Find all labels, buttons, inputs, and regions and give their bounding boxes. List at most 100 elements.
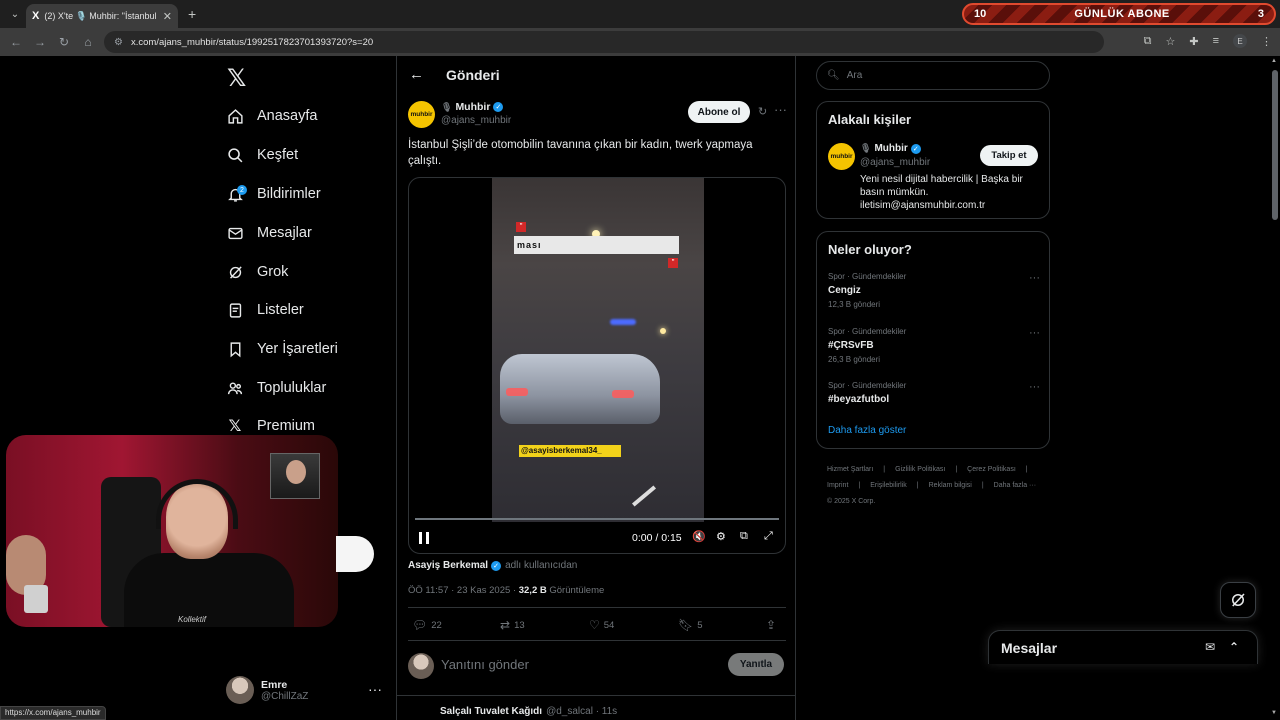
video-credit-name[interactable]: Asayiş Berkemal <box>408 560 488 571</box>
account-handle: @ChillZaZ <box>261 690 309 702</box>
trend-item[interactable]: Spor · Gündemdekiler #ÇRSvFB 26,3 B gönd… <box>828 327 1040 364</box>
related-avatar[interactable]: muhbir <box>828 143 855 170</box>
trend-category: Spor · Gündemdekiler <box>828 381 907 390</box>
related-name-row[interactable]: 🎙 Muhbir ✓ <box>860 143 921 154</box>
reply-composer: Yanıtını gönder Yanıtla <box>408 651 786 681</box>
account-switcher[interactable]: Emre @ChillZaZ ··· <box>226 673 386 707</box>
grok-fab-button[interactable] <box>1220 582 1256 618</box>
footer-separator: | <box>955 466 958 473</box>
bookmark-star-icon[interactable]: ☆ <box>1165 35 1175 48</box>
reply-button[interactable]: 💬︎ 22 <box>412 618 442 632</box>
author-name: Muhbir <box>455 101 491 113</box>
nav-item-messages[interactable]: Mesajlar <box>226 219 312 247</box>
headset-shape <box>156 479 238 529</box>
back-arrow-icon[interactable]: ← <box>4 35 28 49</box>
bookmark-button[interactable]: 🔖︎ 5 <box>678 618 703 632</box>
trend-category: Spor · Gündemdekiler <box>828 272 907 281</box>
share-button[interactable]: ⇪ <box>766 618 780 632</box>
trend-more-icon[interactable]: ··· <box>1029 272 1040 284</box>
browser-tab[interactable]: X (2) X'te 🎙️ Muhbir: "İstanbul Şi ✕ <box>26 4 178 28</box>
account-more-icon[interactable]: ··· <box>368 681 382 697</box>
reply-submit-button[interactable]: Yanıtla <box>728 653 784 676</box>
trend-more-icon[interactable]: ··· <box>1029 327 1040 339</box>
author-handle[interactable]: @ajans_muhbir <box>441 115 511 126</box>
tab-close-icon[interactable]: ✕ <box>163 10 172 23</box>
show-more-link[interactable]: Daha fazla göster <box>828 425 906 436</box>
messages-drawer[interactable]: Mesajlar ✉ ⌃ <box>988 630 1258 664</box>
browser-tab-bar: ⌄ X (2) X'te 🎙️ Muhbir: "İstanbul Şi ✕ +… <box>0 0 1280 28</box>
nav-item-grok[interactable]: Grok <box>226 258 288 286</box>
footer-link[interactable]: Çerez Politikası <box>967 466 1016 473</box>
scroll-up-icon[interactable]: ▲ <box>1271 58 1277 64</box>
related-people-card: Alakalı kişiler muhbir 🎙 Muhbir ✓ @ajans… <box>816 101 1050 219</box>
post-header: muhbir 🎙 Muhbir ✓ @ajans_muhbir Abone ol… <box>408 100 788 130</box>
back-arrow-icon[interactable]: ← <box>409 66 424 83</box>
pause-icon[interactable] <box>419 532 429 544</box>
extensions-icon[interactable]: ✚ <box>1189 35 1198 48</box>
footer-link[interactable]: Erişilebilirlik <box>870 482 907 489</box>
nav-item-communities[interactable]: Topluluklar <box>226 374 326 402</box>
site-info-icon[interactable]: ⚙ <box>114 37 123 48</box>
reload-icon[interactable]: ↻ <box>52 35 76 49</box>
home-button-icon[interactable]: ⌂ <box>76 35 100 49</box>
repost-button[interactable]: ⇄ 13 <box>500 618 525 632</box>
address-toolbar: ← → ↻ ⌂ ⚙ x.com/ajans_muhbir/status/1992… <box>0 28 1280 56</box>
new-tab-button[interactable]: + <box>188 6 196 22</box>
mute-icon[interactable]: 🔇 <box>692 530 706 543</box>
new-message-icon[interactable]: ✉ <box>1205 640 1215 654</box>
nav-item-bookmarks[interactable]: Yer İşaretleri <box>226 335 338 363</box>
author-name-row[interactable]: 🎙 Muhbir ✓ <box>441 101 504 113</box>
video-player[interactable]: " ması " @asayisberkemal34_ 0:00 / 0:15 … <box>408 177 786 554</box>
scroll-thumb[interactable] <box>1272 70 1278 220</box>
nav-item-home[interactable]: Anasayfa <box>226 102 317 130</box>
expand-icon[interactable]: ⌃ <box>1229 640 1239 654</box>
x-logo-icon[interactable]: 𝕏 <box>227 64 246 93</box>
forward-arrow-icon[interactable]: → <box>28 35 52 49</box>
media-queue-icon[interactable]: ≡ <box>1213 35 1219 47</box>
footer-link[interactable]: Reklam bilgisi <box>929 482 972 489</box>
browser-menu-icon[interactable]: ⋮ <box>1261 35 1272 48</box>
scrollbar[interactable]: ▲ ▼ <box>1270 56 1280 720</box>
messages-drawer-title: Mesajlar <box>1001 639 1058 656</box>
search-input[interactable]: 🔍︎ Ara <box>816 61 1050 90</box>
footer-link[interactable]: Gizlilik Politikası <box>895 466 945 473</box>
install-app-icon[interactable]: ⧉ <box>1144 35 1152 48</box>
fullscreen-icon[interactable]: ⤢ <box>764 530 773 543</box>
footer-separator: | <box>858 482 861 489</box>
nav-label-lists: Listeler <box>257 302 304 318</box>
video-frame[interactable]: " ması " @asayisberkemal34_ <box>492 178 704 522</box>
reply-input[interactable]: Yanıtını gönder <box>441 657 529 672</box>
nav-item-explore[interactable]: Keşfet <box>226 141 298 169</box>
footer-link[interactable]: Hizmet Şartları <box>827 466 873 473</box>
next-reply-header[interactable]: Salçalı Tuvalet Kağıdı @d_salcal · 11s <box>440 706 617 717</box>
settings-gear-icon[interactable]: ⚙ <box>716 530 726 543</box>
nav-label-explore: Keşfet <box>257 147 299 163</box>
profile-avatar[interactable]: E <box>1233 34 1247 48</box>
grok-explain-icon[interactable]: ↻ <box>758 105 767 118</box>
nav-item-notifications[interactable]: 2 Bildirimler <box>226 180 321 208</box>
follow-button[interactable]: Takip et <box>980 145 1038 166</box>
footer-link[interactable]: Daha fazla ··· <box>994 482 1036 489</box>
nav-item-lists[interactable]: Listeler <box>226 296 304 324</box>
view-count: 32,2 B <box>518 585 547 596</box>
trend-more-icon[interactable]: ··· <box>1029 381 1040 393</box>
status-bar-url: https://x.com/ajans_muhbir <box>0 706 106 720</box>
author-avatar[interactable]: muhbir <box>408 101 435 128</box>
footer-link[interactable]: Imprint <box>827 482 848 489</box>
like-button[interactable]: ♡ 54 <box>589 618 614 632</box>
post-more-icon[interactable]: ··· <box>774 102 787 117</box>
reply-icon: 💬︎ <box>412 618 428 632</box>
quote-mark-icon: " <box>668 258 678 268</box>
trend-item[interactable]: Spor · Gündemdekiler Cengiz 12,3 B gönde… <box>828 272 1040 309</box>
video-progress-bar[interactable] <box>415 518 779 520</box>
trend-category: Spor · Gündemdekiler <box>828 327 907 336</box>
reply-author-meta: @d_salcal · 11s <box>546 706 618 717</box>
subscribe-button[interactable]: Abone ol <box>688 101 750 123</box>
post-timestamp[interactable]: ÖÖ 11:57 · 23 Kas 2025 · <box>408 585 519 596</box>
url-field[interactable]: ⚙ x.com/ajans_muhbir/status/199251782370… <box>104 31 1104 53</box>
picture-in-picture-icon[interactable]: ⧉ <box>740 530 748 543</box>
scroll-down-icon[interactable]: ▼ <box>1271 710 1277 716</box>
tab-search-button[interactable]: ⌄ <box>4 4 26 24</box>
verified-badge-icon: ✓ <box>493 102 504 112</box>
trend-item[interactable]: Spor · Gündemdekiler #beyazfutbol ··· <box>828 381 1040 405</box>
